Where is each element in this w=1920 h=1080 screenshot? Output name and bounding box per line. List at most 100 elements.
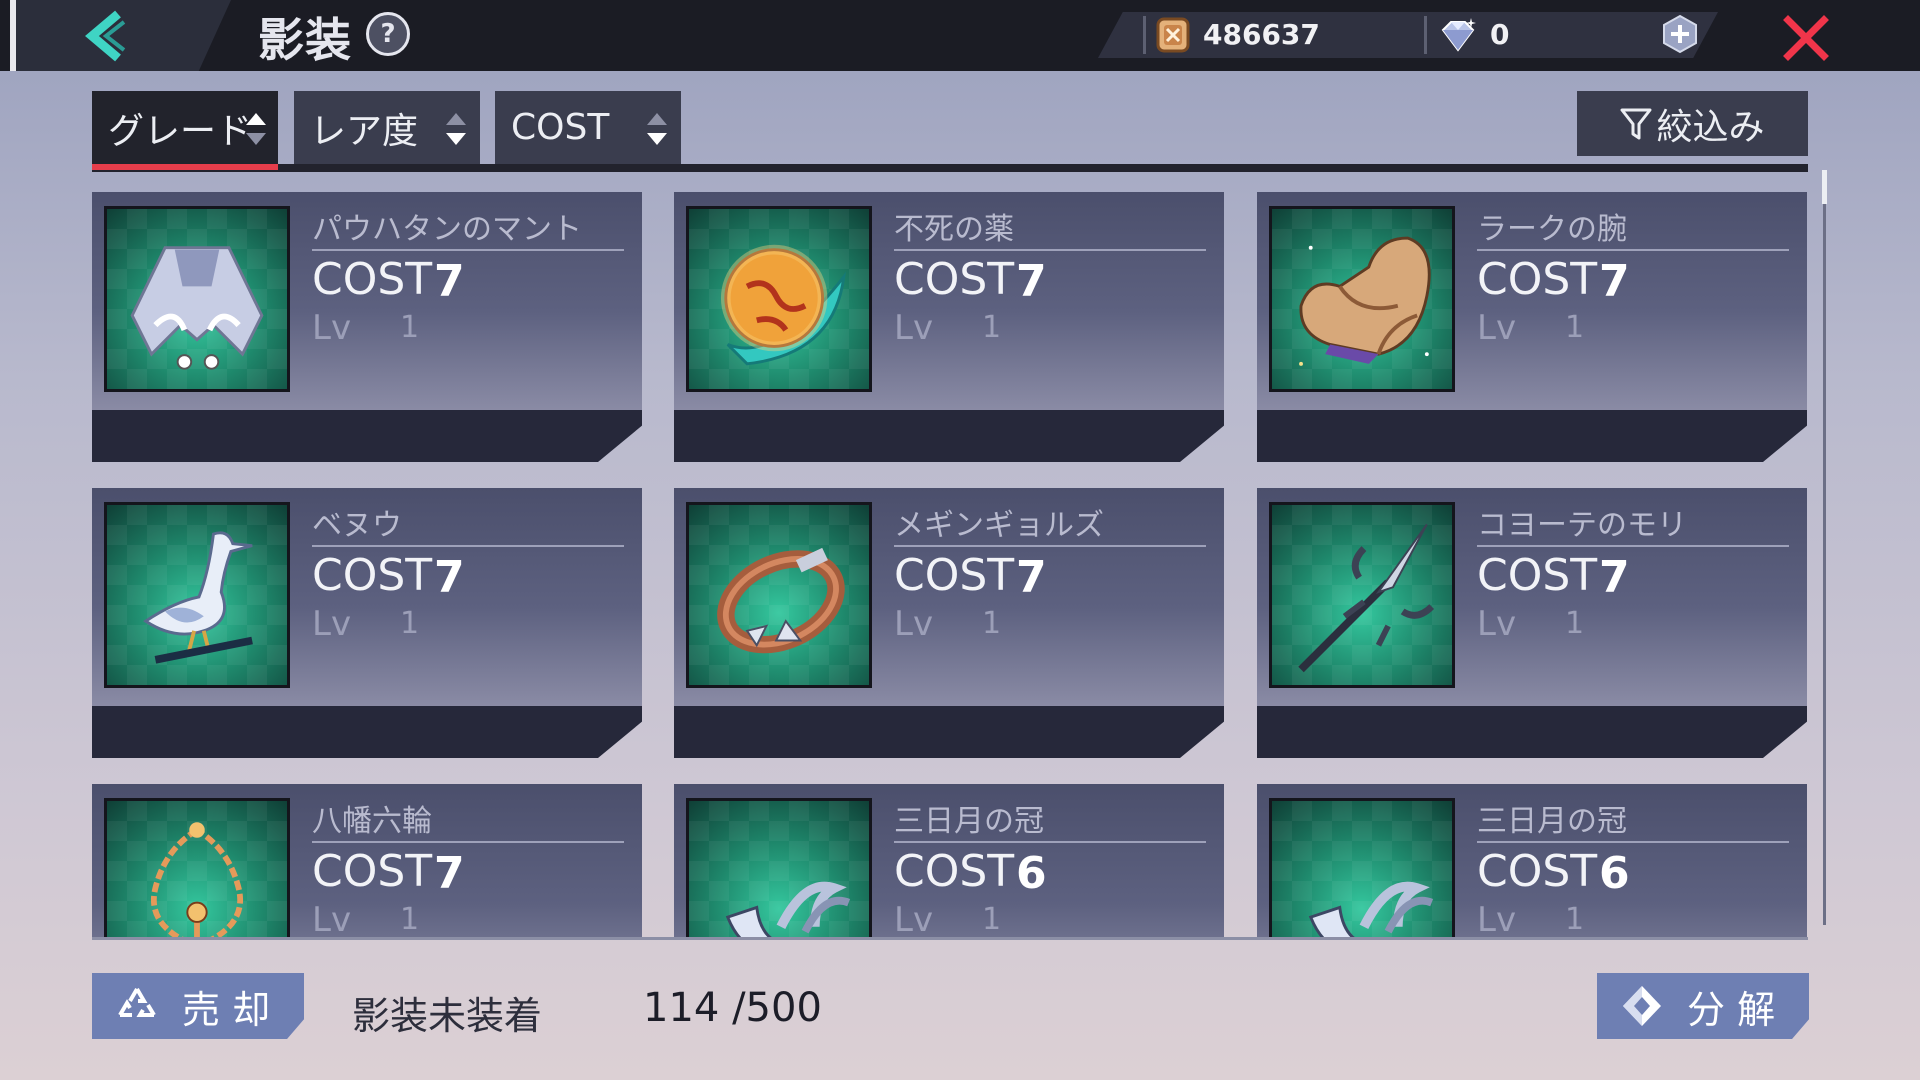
grid-bottom-divider <box>92 937 1808 940</box>
active-tab-indicator <box>92 164 278 170</box>
coin-icon <box>1156 17 1190 53</box>
level-value: 1 <box>982 902 1002 937</box>
cost-label: COST <box>312 846 433 897</box>
level-label: Lv <box>894 308 934 348</box>
level-value: 1 <box>1565 310 1585 345</box>
sort-arrows-icon <box>647 113 667 145</box>
level-value: 1 <box>400 902 420 937</box>
coin-amount: 486637 <box>1203 18 1320 51</box>
sell-label: 売 却 <box>182 987 271 1032</box>
item-card[interactable]: ベヌウ COST 7 Lv 1 <box>92 468 642 758</box>
cost-value: 7 <box>1016 552 1047 603</box>
level-label: Lv <box>894 900 934 938</box>
name-divider <box>312 249 624 251</box>
left-edge-stripe <box>10 0 16 71</box>
level-value: 1 <box>400 310 420 345</box>
sell-button[interactable]: 売 却 <box>92 973 304 1039</box>
name-divider <box>894 841 1206 843</box>
cost-value: 7 <box>434 552 465 603</box>
cost-value: 7 <box>1016 256 1047 307</box>
currency-divider <box>1143 16 1146 54</box>
scrollbar-thumb[interactable] <box>1822 170 1827 204</box>
item-name: 三日月の冠 <box>894 804 1044 839</box>
belt-icon <box>717 547 845 654</box>
cost-label: COST <box>312 550 433 601</box>
level-label: Lv <box>1477 604 1517 644</box>
item-name: メギンギョルズ <box>894 508 1104 543</box>
item-card[interactable]: 不死の薬 COST 7 Lv 1 <box>674 172 1224 462</box>
cost-label: COST <box>894 550 1015 601</box>
sort-arrows-icon <box>246 113 266 145</box>
sort-arrows-icon <box>446 113 466 145</box>
item-card[interactable]: 八幡六輪 COST 7 Lv 1 <box>92 764 642 938</box>
name-divider <box>1477 249 1789 251</box>
sort-tab-label: グレード <box>108 110 253 152</box>
filter-button[interactable]: 絞込み <box>1577 91 1808 156</box>
sort-tab-rarity[interactable]: レア度 <box>294 91 480 164</box>
name-divider <box>894 249 1206 251</box>
card-footer <box>674 410 1224 462</box>
crescent-crown-icon <box>725 881 851 938</box>
item-thumbnail <box>1269 798 1455 938</box>
level-value: 1 <box>1565 606 1585 641</box>
filter-icon <box>1620 108 1652 139</box>
level-value: 1 <box>982 606 1002 641</box>
name-divider <box>312 841 624 843</box>
item-card[interactable]: メギンギョルズ COST 7 Lv 1 <box>674 468 1224 758</box>
level-label: Lv <box>894 604 934 644</box>
cost-label: COST <box>1477 846 1598 897</box>
cape-icon <box>130 246 264 370</box>
name-divider <box>1477 841 1789 843</box>
item-card[interactable]: 三日月の冠 COST 6 Lv 1 <box>674 764 1224 938</box>
back-button[interactable] <box>78 8 138 64</box>
item-thumbnail <box>104 502 290 688</box>
crescent-crown-icon <box>1308 881 1434 938</box>
plus-icon[interactable] <box>1660 14 1700 54</box>
item-name: ラークの腕 <box>1477 212 1627 247</box>
sort-bar-divider <box>92 164 1808 172</box>
level-label: Lv <box>312 604 352 644</box>
scrollbar-track[interactable] <box>1823 170 1826 925</box>
dismantle-button[interactable]: 分 解 <box>1597 973 1809 1039</box>
currency-bar <box>1098 12 1718 58</box>
item-card[interactable]: ラークの腕 COST 7 Lv 1 <box>1257 172 1807 462</box>
top-bar: 影装 ? 486637 0 <box>0 0 1920 71</box>
close-icon[interactable] <box>1782 14 1830 62</box>
cost-value: 7 <box>1599 552 1630 603</box>
item-grid: パウハタンのマント COST 7 Lv 1 不死の薬 COST 7 Lv 1 ラ… <box>92 172 1808 938</box>
prayer-beads-icon <box>151 822 243 938</box>
gem-amount: 0 <box>1490 18 1510 51</box>
cost-label: COST <box>894 254 1015 305</box>
item-name: 八幡六輪 <box>312 804 432 839</box>
sort-tab-grade[interactable]: グレード <box>92 91 278 170</box>
level-label: Lv <box>1477 308 1517 348</box>
cost-value: 7 <box>1599 256 1630 307</box>
card-footer <box>92 410 642 462</box>
item-name: 三日月の冠 <box>1477 804 1627 839</box>
diamond-shard-icon <box>1623 986 1661 1026</box>
level-label: Lv <box>312 900 352 938</box>
item-thumbnail <box>686 502 872 688</box>
help-icon[interactable]: ? <box>366 12 410 56</box>
sort-tab-cost[interactable]: COST <box>495 91 681 164</box>
item-thumbnail <box>1269 502 1455 688</box>
item-thumbnail <box>104 206 290 392</box>
sort-tab-label: レア度 <box>310 110 419 152</box>
item-card[interactable]: コヨーテのモリ COST 7 Lv 1 <box>1257 468 1807 758</box>
cost-value: 6 <box>1016 848 1047 899</box>
item-thumbnail <box>686 206 872 392</box>
name-divider <box>312 545 624 547</box>
item-name: ベヌウ <box>312 508 402 543</box>
inventory-count: 114 /500 <box>643 985 822 1031</box>
page-title: 影装 <box>258 13 352 67</box>
level-value: 1 <box>1565 902 1585 937</box>
item-name: コヨーテのモリ <box>1477 508 1687 543</box>
item-card[interactable]: 三日月の冠 COST 6 Lv 1 <box>1257 764 1807 938</box>
cost-label: COST <box>1477 550 1598 601</box>
level-label: Lv <box>312 308 352 348</box>
name-divider <box>1477 545 1789 547</box>
item-card[interactable]: パウハタンのマント COST 7 Lv 1 <box>92 172 642 462</box>
recycle-icon <box>118 987 156 1017</box>
arm-icon <box>1299 236 1431 366</box>
elixir-orb-icon <box>720 244 846 366</box>
